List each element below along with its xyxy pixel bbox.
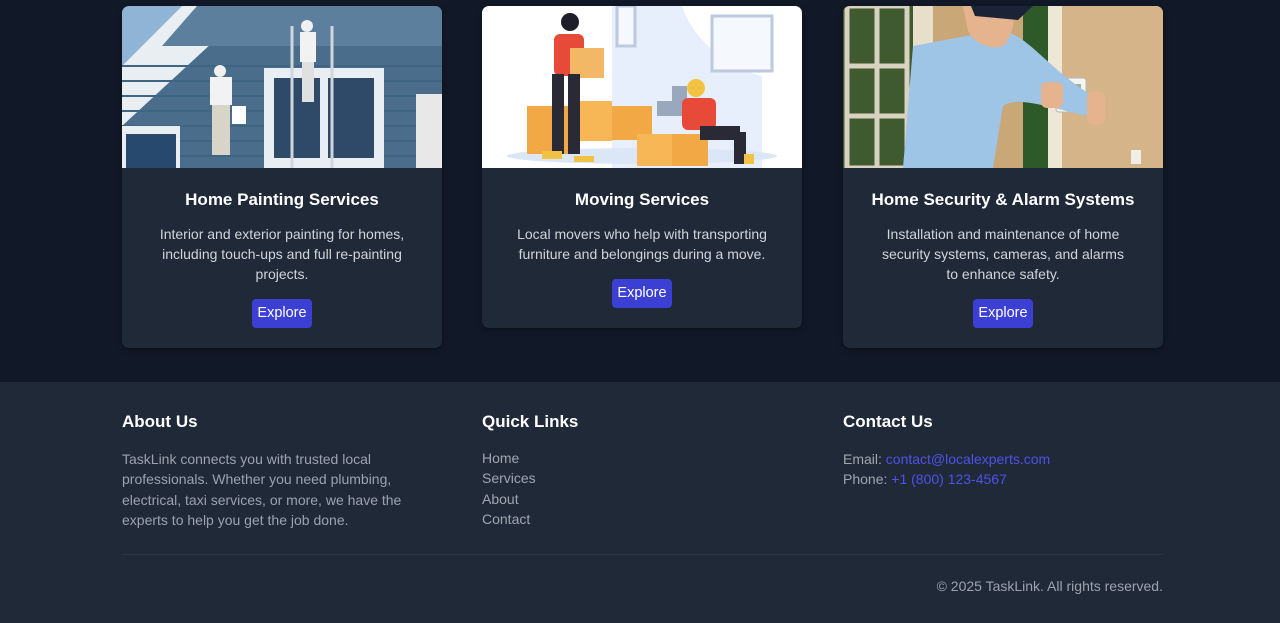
contact-heading: Contact Us [843,412,933,431]
service-title: Moving Services [574,190,710,209]
footer-contact: Contact Us Email: contact@localexperts.c… [843,411,1050,489]
email-link[interactable]: contact@localexperts.com [886,451,1050,467]
footer-link-services[interactable]: Services [482,468,578,488]
phone-link[interactable]: +1 (800) 123-4567 [891,471,1007,487]
footer-about: About Us TaskLink connects you with trus… [122,411,444,530]
movers-illustration-image [482,6,802,168]
service-card-moving: Moving Services Local movers who help wi… [482,6,802,328]
quick-links-list: Home Services About Contact [482,448,578,529]
service-card-painting: Home Painting Services Interior and exte… [122,6,442,348]
about-heading: About Us [122,412,198,431]
footer-divider [122,554,1163,555]
footer-quick-links: Quick Links Home Services About Contact [482,411,578,529]
services-section: Home Painting Services Interior and exte… [0,0,1280,382]
service-description: Local movers who help with transporting … [517,226,767,262]
footer-link-contact[interactable]: Contact [482,509,578,529]
quick-links-heading: Quick Links [482,412,579,431]
email-line: Email: contact@localexperts.com [843,449,1050,469]
explore-button[interactable]: Explore [252,299,312,328]
about-text: TaskLink connects you with trusted local… [122,451,402,528]
email-label: Email: [843,451,882,467]
painters-house-image [122,6,442,168]
service-description: Installation and maintenance of home sec… [882,226,1124,282]
service-description: Interior and exterior painting for homes… [159,226,405,282]
service-title: Home Security & Alarm Systems [871,190,1135,209]
service-title: Home Painting Services [185,190,379,209]
phone-label: Phone: [843,471,888,487]
footer-link-about[interactable]: About [482,489,578,509]
alarm-technician-image [843,6,1163,168]
footer-link-home[interactable]: Home [482,448,578,468]
phone-line: Phone: +1 (800) 123-4567 [843,469,1050,489]
explore-button[interactable]: Explore [973,299,1033,328]
site-footer: About Us TaskLink connects you with trus… [0,382,1280,623]
explore-button[interactable]: Explore [612,279,672,308]
service-card-security: Home Security & Alarm Systems Installati… [843,6,1163,348]
copyright-text: © 2025 TaskLink. All rights reserved. [936,578,1163,594]
